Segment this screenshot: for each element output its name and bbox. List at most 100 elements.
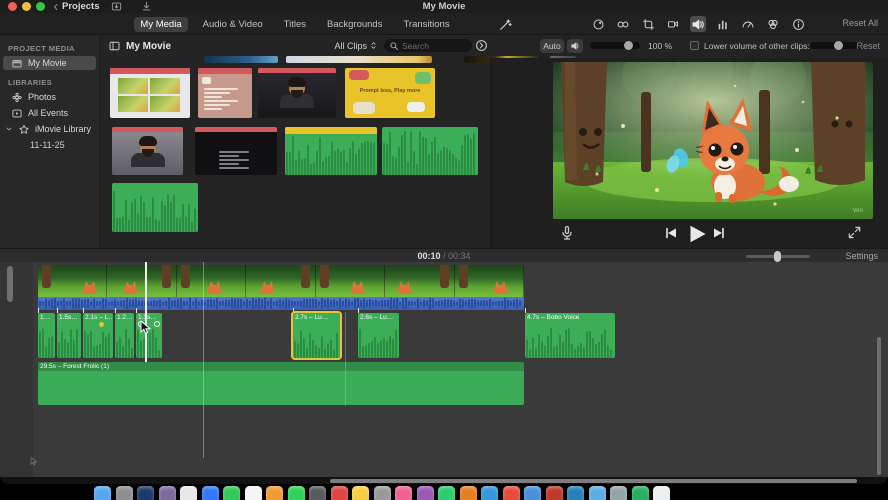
media-thumbnail-webcam-gray[interactable] [112, 127, 183, 175]
timeline-vertical-scrollbar[interactable] [877, 337, 881, 475]
dock-app-icon[interactable] [653, 486, 670, 500]
media-thumbnail-webcam-dark[interactable] [258, 68, 336, 118]
audio-clip[interactable]: 1.5s… [57, 313, 81, 358]
tab-transitions[interactable]: Transitions [397, 17, 455, 32]
audio-clip[interactable]: 1… [38, 313, 55, 358]
dock-app-icon[interactable] [373, 486, 391, 500]
dock-app-icon[interactable] [631, 486, 649, 500]
volume-slider[interactable] [590, 40, 640, 50]
video-audio-waveform[interactable] [38, 297, 524, 310]
dock-app-icon[interactable] [201, 486, 219, 500]
lower-volume-checkbox[interactable] [690, 41, 699, 50]
tab-my-media[interactable]: My Media [134, 16, 188, 32]
dock-app-icon[interactable] [244, 486, 262, 500]
speed-icon[interactable] [740, 16, 756, 32]
sidebar-item-all-events[interactable]: All Events [3, 106, 96, 120]
audio-clip[interactable]: 4.7s – Bobo Voice [525, 313, 615, 358]
sidebar-item-photos[interactable]: Photos [3, 90, 96, 104]
lower-volume-slider[interactable] [810, 40, 862, 50]
media-thumbnail-collage[interactable] [110, 68, 190, 118]
tab-audio-video[interactable]: Audio & Video [197, 17, 269, 32]
media-thumbnail-sliver-pale[interactable] [286, 56, 432, 63]
color-balance-icon[interactable] [590, 16, 606, 32]
search-input[interactable]: Search [384, 39, 472, 52]
next-frame-button[interactable] [711, 225, 729, 243]
color-correction-icon[interactable] [615, 16, 631, 32]
audio-clip[interactable]: 2.1s – L… [83, 313, 113, 358]
dock-app-icon[interactable] [115, 486, 133, 500]
media-thumbnail-terminal[interactable] [195, 127, 277, 175]
import-media-icon[interactable] [110, 1, 124, 12]
dock-app-icon[interactable] [524, 486, 541, 500]
info-icon[interactable] [790, 16, 806, 32]
timeline-settings-button[interactable]: Settings [845, 251, 878, 261]
audio-clip[interactable]: 2.6s – Lu… [358, 313, 399, 358]
reset-all-button[interactable]: Reset All [842, 18, 878, 28]
dock-app-icon[interactable] [502, 486, 520, 500]
dock-app-icon[interactable] [459, 486, 477, 500]
play-button[interactable] [685, 223, 707, 245]
previous-frame-button[interactable] [663, 225, 681, 243]
background-music-clip[interactable]: 29.5s – Forest Frolic (1) [38, 362, 524, 405]
audio-clip[interactable]: 1.2… [115, 313, 134, 358]
voiceover-mic-button[interactable] [559, 225, 577, 243]
fullscreen-button[interactable] [847, 225, 865, 243]
noise-reduction-icon[interactable] [715, 16, 731, 32]
timeline-vertical-scrollbar-left[interactable] [7, 266, 13, 302]
dock-app-icon[interactable] [588, 486, 606, 500]
media-thumbnail-audio-wave[interactable] [112, 183, 198, 232]
timeline-zoom-slider[interactable] [746, 251, 810, 262]
stabilization-icon[interactable] [665, 16, 681, 32]
dock-app-icon[interactable] [545, 486, 563, 500]
minimize-window-button[interactable] [22, 2, 31, 11]
dock-app-icon[interactable] [481, 486, 498, 500]
sidebar-item-event-date[interactable]: 11-11-25 [0, 138, 99, 151]
mute-speaker-button[interactable] [567, 39, 583, 53]
reset-volume-button[interactable]: Reset [856, 41, 880, 51]
dock-app-icon[interactable] [438, 486, 455, 500]
zoom-window-button[interactable] [36, 2, 45, 11]
dock-app-icon[interactable] [223, 486, 240, 500]
clip-filter-dropdown[interactable]: All Clips [334, 40, 378, 51]
dock-app-icon[interactable] [94, 486, 111, 500]
media-thumbnail-audio-yellow-top[interactable] [285, 127, 377, 175]
clip-label: 29.5s – Forest Frolic (1) [40, 363, 109, 370]
media-thumbnail-audio-tall[interactable] [382, 127, 478, 175]
crop-icon[interactable] [640, 16, 656, 32]
media-thumbnail-slide-yellow[interactable]: Prompt less, Play more [345, 68, 435, 118]
disclosure-chevron-icon[interactable] [5, 125, 13, 133]
timeline[interactable]: 1… 1.5s… 2.1s – L… 1.2… 1.3s… 2.7s – Lu… 2.6s … [0, 262, 888, 477]
hide-browser-button[interactable] [475, 39, 488, 52]
auto-volume-button[interactable]: Auto [540, 39, 564, 53]
dock-app-icon[interactable] [567, 486, 584, 500]
dock-app-icon[interactable] [137, 486, 154, 500]
dock-app-icon[interactable] [330, 486, 348, 500]
dock-app-icon[interactable] [287, 486, 305, 500]
filters-icon[interactable] [765, 16, 781, 32]
timeline-horizontal-scrollbar[interactable] [330, 478, 857, 483]
volume-icon[interactable] [690, 16, 706, 32]
sidebar-toggle-icon[interactable] [108, 40, 121, 52]
sidebar-item-imovie-library[interactable]: iMovie Library [3, 122, 96, 136]
dock-app-icon[interactable] [180, 486, 197, 500]
close-window-button[interactable] [8, 2, 17, 11]
tab-backgrounds[interactable]: Backgrounds [321, 17, 388, 32]
sidebar-item-my-movie[interactable]: My Movie [3, 56, 96, 70]
dock-app-icon[interactable] [309, 486, 326, 500]
playhead[interactable] [145, 262, 147, 362]
dock-app-icon[interactable] [158, 486, 176, 500]
audio-clip[interactable]: 2.7s – Lu… [291, 311, 342, 360]
tab-titles[interactable]: Titles [278, 17, 312, 32]
dock-app-icon[interactable] [395, 486, 412, 500]
projects-back-button[interactable]: Projects [52, 0, 100, 13]
media-thumbnail-sliver-blue[interactable] [204, 56, 278, 63]
dock-app-icon[interactable] [416, 486, 434, 500]
enhance-wand-icon[interactable] [498, 17, 513, 32]
dock-app-icon[interactable] [610, 486, 627, 500]
share-download-icon[interactable] [140, 1, 154, 12]
video-filmstrip[interactable] [38, 265, 524, 298]
dock-app-icon[interactable] [266, 486, 283, 500]
media-thumbnail-document[interactable] [198, 68, 252, 118]
keyframe-handle[interactable] [154, 321, 160, 327]
dock-app-icon[interactable] [352, 486, 369, 500]
